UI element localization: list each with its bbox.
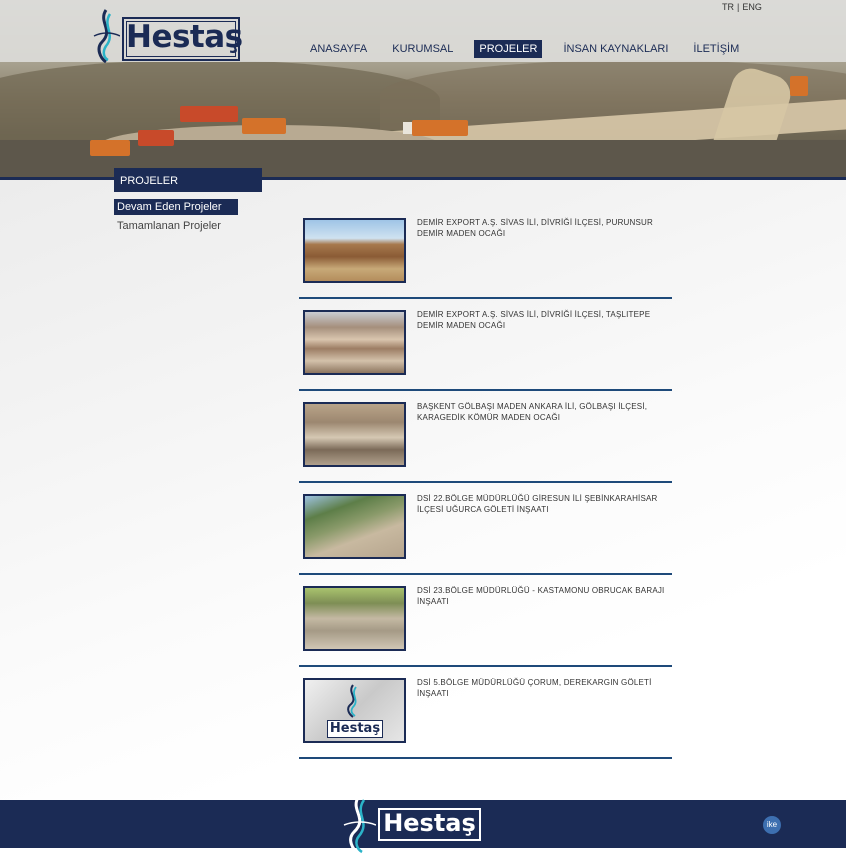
logo-swirl-icon xyxy=(347,684,357,718)
lang-eng-link[interactable]: ENG xyxy=(742,2,762,12)
site-logo[interactable]: Hestaş xyxy=(92,8,243,64)
logo-swirl-icon xyxy=(343,795,376,856)
thumbnail-logo: Hestaş xyxy=(327,684,383,738)
lang-separator: | xyxy=(737,2,740,12)
main-nav: ANASAYFA KURUMSAL PROJELER İNSAN KAYNAKL… xyxy=(306,40,760,58)
nav-item-insan-kaynaklari[interactable]: İNSAN KAYNAKLARI xyxy=(559,41,672,57)
logo-text: Hestaş xyxy=(126,19,243,55)
divider xyxy=(299,481,672,483)
list-item: DEMİR EXPORT A.Ş. SİVAS İLİ, DİVRİĞİ İLÇ… xyxy=(299,215,672,307)
project-list: DEMİR EXPORT A.Ş. SİVAS İLİ, DİVRİĞİ İLÇ… xyxy=(299,215,672,767)
lang-tr-link[interactable]: TR xyxy=(722,2,734,12)
project-thumbnail[interactable]: Hestaş xyxy=(303,678,406,743)
sidebar-item-devam-eden[interactable]: Devam Eden Projeler xyxy=(114,199,238,215)
list-item: Hestaş DSİ 5.BÖLGE MÜDÜRLÜĞÜ ÇORUM, DERE… xyxy=(299,675,672,767)
footer-logo[interactable]: Hestaş xyxy=(342,794,482,856)
list-item: BAŞKENT GÖLBAŞI MADEN ANKARA İLİ, GÖLBAŞ… xyxy=(299,399,672,491)
project-title[interactable]: DSİ 5.BÖLGE MÜDÜRLÜĞÜ ÇORUM, DEREKARGIN … xyxy=(417,677,669,699)
list-item: DEMİR EXPORT A.Ş. SİVAS İLİ, DİVRİĞİ İLÇ… xyxy=(299,307,672,399)
sidebar-item-tamamlanan[interactable]: Tamamlanan Projeler xyxy=(114,218,238,234)
project-title[interactable]: BAŞKENT GÖLBAŞI MADEN ANKARA İLİ, GÖLBAŞ… xyxy=(417,401,669,423)
language-switcher: TR | ENG xyxy=(722,2,762,12)
logo-swirl-icon xyxy=(93,9,120,64)
ike-badge[interactable]: ike xyxy=(763,816,781,834)
nav-item-iletisim[interactable]: İLETİŞİM xyxy=(689,41,743,57)
project-thumbnail[interactable] xyxy=(303,494,406,559)
divider xyxy=(299,389,672,391)
project-title[interactable]: DEMİR EXPORT A.Ş. SİVAS İLİ, DİVRİĞİ İLÇ… xyxy=(417,217,669,239)
footer-logo-text: Hestaş xyxy=(383,809,476,837)
project-thumbnail[interactable] xyxy=(303,218,406,283)
project-title[interactable]: DEMİR EXPORT A.Ş. SİVAS İLİ, DİVRİĞİ İLÇ… xyxy=(417,309,669,331)
divider xyxy=(299,757,672,759)
divider xyxy=(299,573,672,575)
list-item: DSİ 22.BÖLGE MÜDÜRLÜĞÜ GİRESUN İLİ ŞEBİN… xyxy=(299,491,672,583)
sidebar-menu: Devam Eden Projeler Tamamlanan Projeler xyxy=(114,199,238,237)
divider xyxy=(299,297,672,299)
project-thumbnail[interactable] xyxy=(303,402,406,467)
thumbnail-logo-text: Hestaş xyxy=(327,720,383,738)
divider xyxy=(299,665,672,667)
project-title[interactable]: DSİ 22.BÖLGE MÜDÜRLÜĞÜ GİRESUN İLİ ŞEBİN… xyxy=(417,493,669,515)
list-item: DSİ 23.BÖLGE MÜDÜRLÜĞÜ - KASTAMONU OBRUC… xyxy=(299,583,672,675)
nav-item-kurumsal[interactable]: KURUMSAL xyxy=(388,41,457,57)
nav-item-anasayfa[interactable]: ANASAYFA xyxy=(306,41,371,57)
sidebar-heading: PROJELER xyxy=(114,168,262,192)
project-thumbnail[interactable] xyxy=(303,586,406,651)
nav-item-projeler[interactable]: PROJELER xyxy=(474,40,543,58)
project-thumbnail[interactable] xyxy=(303,310,406,375)
project-title[interactable]: DSİ 23.BÖLGE MÜDÜRLÜĞÜ - KASTAMONU OBRUC… xyxy=(417,585,669,607)
